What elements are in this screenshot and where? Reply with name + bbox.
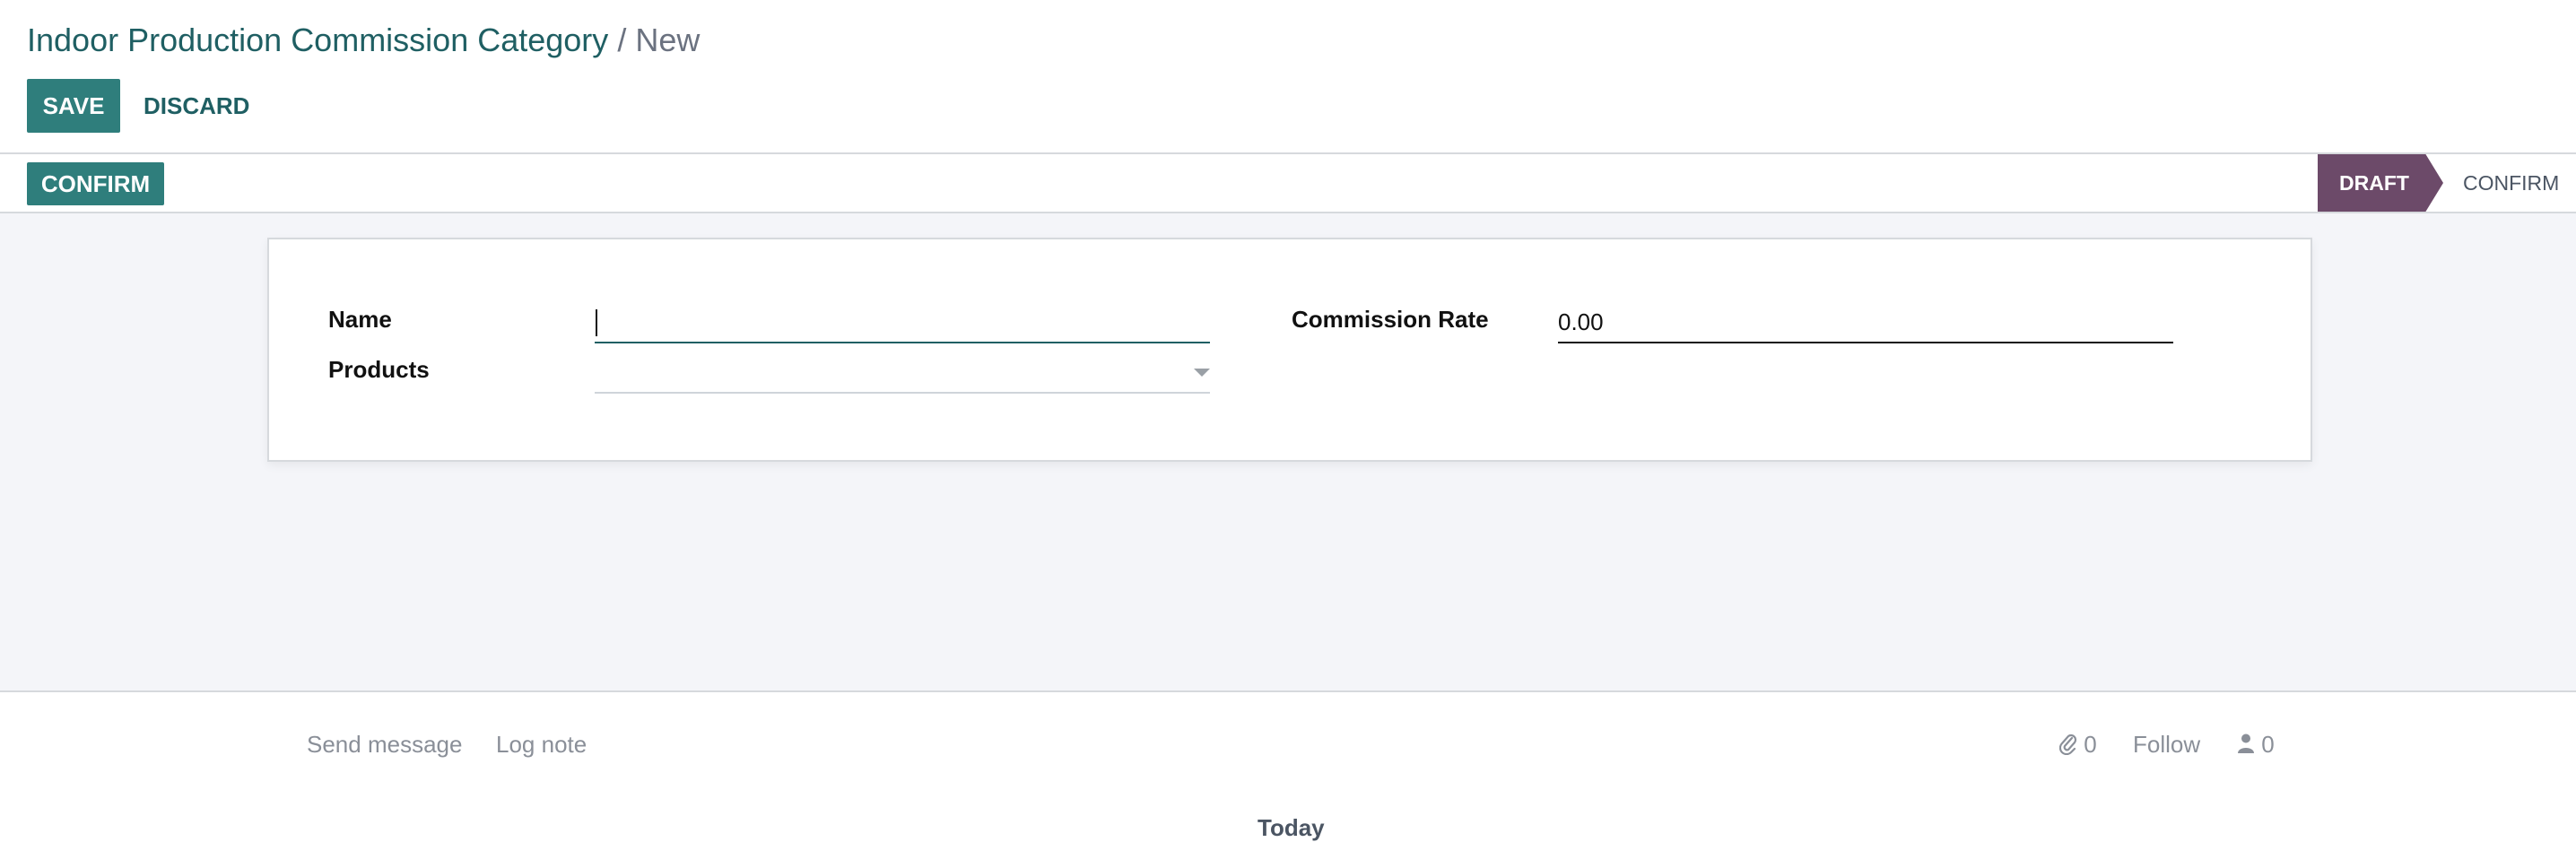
- status-bar: CONFIRM DRAFT CONFIRM: [0, 152, 2576, 213]
- name-input[interactable]: [595, 304, 1210, 343]
- send-message-button[interactable]: Send message: [307, 730, 462, 759]
- commission-rate-value: 0.00: [1558, 308, 1604, 335]
- user-icon: [2237, 732, 2255, 760]
- products-select[interactable]: [595, 354, 1210, 394]
- form-background: Name Products Commission Rate 0.00: [0, 213, 2576, 692]
- save-button[interactable]: SAVE: [27, 79, 120, 133]
- attachments-count: 0: [2084, 731, 2097, 758]
- today-separator: Today: [1258, 814, 1325, 841]
- follow-button[interactable]: Follow: [2133, 730, 2200, 759]
- paperclip-icon: [2058, 732, 2077, 761]
- breadcrumb-current: New: [635, 22, 701, 58]
- breadcrumb-separator: /: [617, 22, 627, 58]
- breadcrumb: Indoor Production Commission Category / …: [27, 20, 700, 61]
- caret-down-icon[interactable]: [1194, 369, 1210, 377]
- stage-draft[interactable]: DRAFT: [2318, 154, 2443, 212]
- products-label: Products: [328, 356, 430, 383]
- breadcrumb-parent-link[interactable]: Indoor Production Commission Category: [27, 22, 608, 58]
- name-label: Name: [328, 306, 392, 333]
- stage-confirm-label: CONFIRM: [2463, 171, 2560, 195]
- followers-count: 0: [2261, 731, 2275, 758]
- attachments-button[interactable]: 0: [2058, 730, 2097, 761]
- stage-draft-label: DRAFT: [2339, 171, 2409, 195]
- form-sheet: Name Products Commission Rate 0.00: [267, 238, 2312, 462]
- confirm-button[interactable]: CONFIRM: [27, 162, 164, 205]
- followers-button[interactable]: 0: [2237, 730, 2275, 760]
- commission-rate-label: Commission Rate: [1292, 306, 1489, 333]
- stage-confirm[interactable]: CONFIRM: [2463, 154, 2559, 212]
- discard-button[interactable]: DISCARD: [144, 79, 249, 133]
- chatter: Send message Log note 0 Follow 0 Today: [0, 692, 2576, 841]
- text-cursor: [596, 309, 597, 336]
- commission-rate-input[interactable]: 0.00: [1558, 304, 2173, 343]
- log-note-button[interactable]: Log note: [496, 730, 587, 759]
- control-panel: Indoor Production Commission Category / …: [0, 0, 2576, 152]
